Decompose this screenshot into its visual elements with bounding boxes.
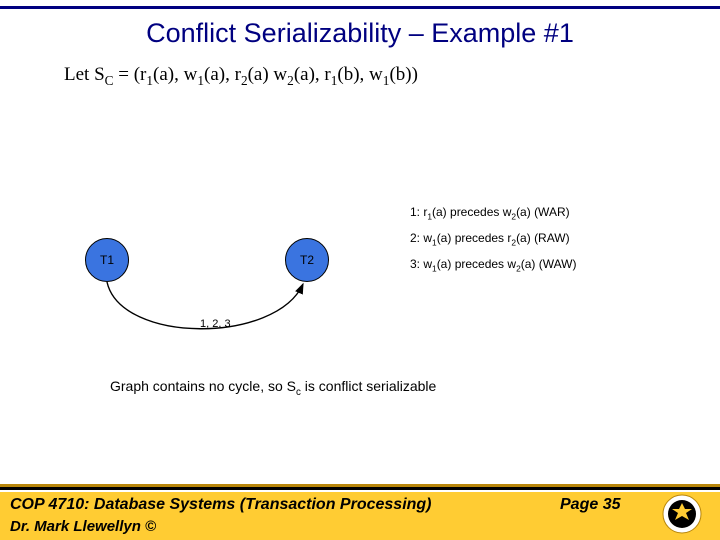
graph-node-t2: T2 — [285, 238, 329, 282]
graph-edge-label: 1, 2, 3 — [200, 318, 231, 330]
footer-bar: COP 4710: Database Systems (Transaction … — [0, 492, 720, 540]
conflict-list: 1: r1(a) precedes w2(a) (WAR) 2: w1(a) p… — [410, 200, 577, 278]
conflict-line-2: 2: w1(a) precedes r2(a) (RAW) — [410, 226, 577, 252]
footer-rule-black — [0, 487, 720, 490]
schedule-prefix: Let S — [64, 64, 105, 85]
footer-course: COP 4710: Database Systems (Transaction … — [10, 496, 432, 514]
schedule-definition: Let SC = (r1(a), w1(a), r2(a) w2(a), r1(… — [64, 64, 418, 89]
conflict-line-3: 3: w1(a) precedes w2(a) (WAW) — [410, 252, 577, 278]
top-rule — [0, 6, 720, 9]
graph-node-t1: T1 — [85, 238, 129, 282]
precedence-graph: T1 T2 1, 2, 3 — [85, 238, 345, 348]
footer-author: Dr. Mark Llewellyn © — [10, 518, 156, 535]
conclusion-text: Graph contains no cycle, so Sc is confli… — [110, 378, 436, 398]
slide-title: Conflict Serializability – Example #1 — [0, 18, 720, 49]
conflict-line-1: 1: r1(a) precedes w2(a) (WAR) — [410, 200, 577, 226]
schedule-sub: C — [105, 73, 114, 88]
ucf-logo-icon — [662, 494, 702, 534]
schedule-rest: = (r1(a), w1(a), r2(a) w2(a), r1(b), w1(… — [114, 64, 418, 85]
footer-page: Page 35 — [560, 496, 620, 514]
